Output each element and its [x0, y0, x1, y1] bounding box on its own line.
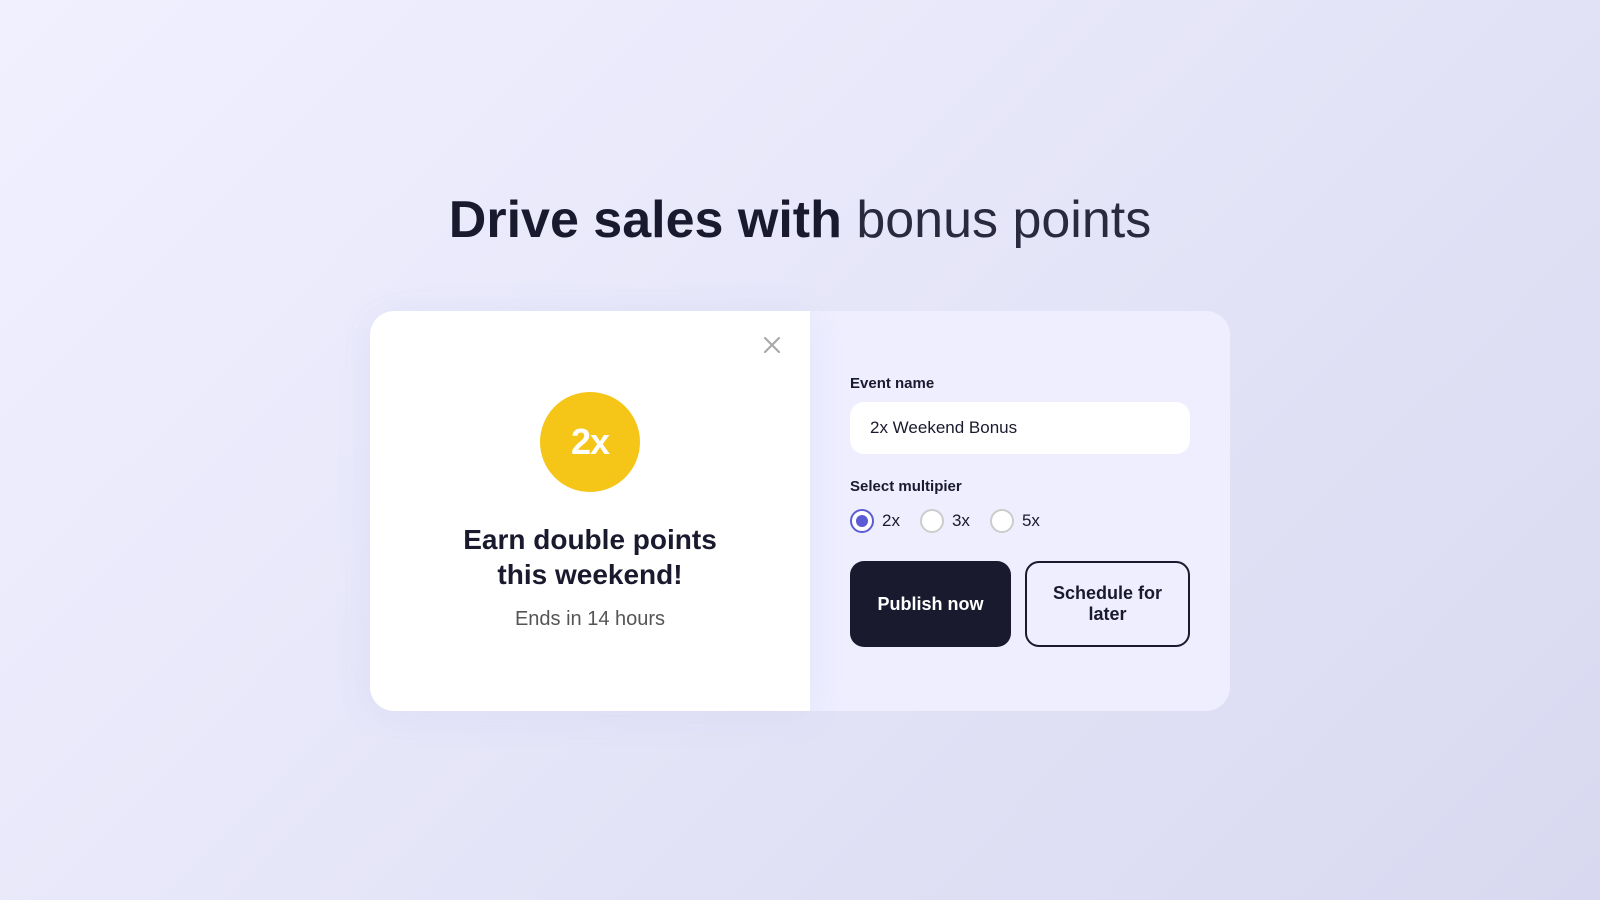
radio-label-5x: 5x	[1022, 511, 1040, 531]
multiplier-label: Select multipier	[850, 478, 1190, 495]
main-container: 2x Earn double pointsthis weekend! Ends …	[370, 311, 1230, 711]
radio-group: 2x 3x 5x	[850, 509, 1190, 533]
radio-5x[interactable]	[990, 509, 1014, 533]
page-title-light: bonus points	[856, 191, 1151, 249]
radio-label-3x: 3x	[952, 511, 970, 531]
event-name-group: Event name	[850, 375, 1190, 454]
multiplier-section: Select multipier 2x 3x 5x	[850, 478, 1190, 533]
radio-option-5x[interactable]: 5x	[990, 509, 1040, 533]
radio-2x[interactable]	[850, 509, 874, 533]
radio-3x[interactable]	[920, 509, 944, 533]
card-headline: Earn double pointsthis weekend!	[463, 522, 717, 592]
multiplier-badge: 2x	[540, 392, 640, 492]
page-title: Drive sales with bonus points	[449, 189, 1151, 251]
publish-now-button[interactable]: Publish now	[850, 561, 1011, 647]
schedule-later-button[interactable]: Schedule for later	[1025, 561, 1190, 647]
event-name-input[interactable]	[850, 402, 1190, 454]
preview-card: 2x Earn double pointsthis weekend! Ends …	[370, 311, 810, 711]
radio-label-2x: 2x	[882, 511, 900, 531]
right-panel: Event name Select multipier 2x 3x 5x	[810, 311, 1230, 711]
button-row: Publish now Schedule for later	[850, 561, 1190, 647]
event-name-label: Event name	[850, 375, 1190, 392]
page-title-bold: Drive sales with	[449, 191, 842, 249]
multiplier-value: 2x	[571, 421, 609, 463]
close-icon[interactable]	[758, 331, 786, 359]
radio-option-3x[interactable]: 3x	[920, 509, 970, 533]
radio-option-2x[interactable]: 2x	[850, 509, 900, 533]
card-subtext: Ends in 14 hours	[515, 608, 665, 631]
